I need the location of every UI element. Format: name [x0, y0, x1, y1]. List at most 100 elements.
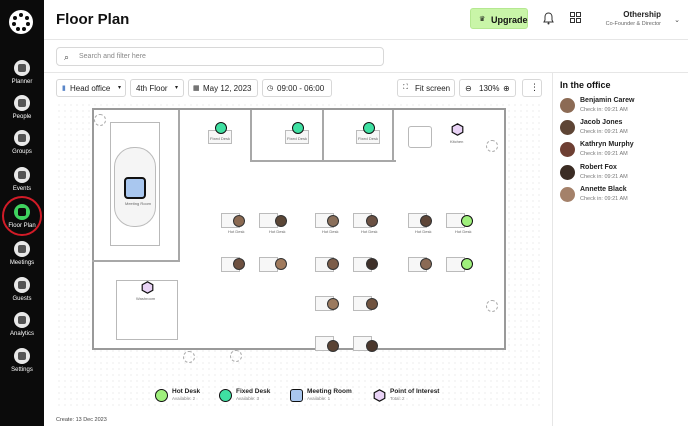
floor-select[interactable]: 4th Floor ▾: [130, 79, 184, 97]
sidebar-item-planner[interactable]: Planner: [0, 60, 44, 94]
legend-title: Meeting Room: [307, 388, 352, 395]
app-logo[interactable]: [9, 10, 33, 34]
person-item[interactable]: Jacob Jones Check in: 09:21 AM: [560, 119, 684, 141]
plant-icon: [94, 114, 106, 126]
fixed-desk-label: Fixed Desk: [358, 136, 379, 141]
search-input[interactable]: ⌕ Search and filter here: [56, 47, 384, 66]
avatar[interactable]: [366, 215, 378, 227]
meeting-room-marker[interactable]: [124, 177, 146, 199]
avatar[interactable]: [275, 215, 287, 227]
fit-screen-label: Fit screen: [415, 84, 451, 93]
groups-icon: [14, 130, 30, 146]
person-check-in: Check in: 09:21 AM: [580, 151, 628, 157]
avatar[interactable]: [366, 298, 378, 310]
point-of-interest-legend-icon: [373, 389, 386, 402]
kitchen-label: Kitchen: [450, 139, 464, 144]
chevron-down-icon[interactable]: ⌄: [674, 16, 680, 24]
created-date: Create: 13 Dec 2023: [56, 417, 107, 423]
hot-desk-label: Hot Desk: [322, 229, 339, 234]
avatar[interactable]: [420, 258, 432, 270]
zoom-in-icon[interactable]: ⊕: [503, 84, 510, 93]
plant-icon: [183, 351, 195, 363]
clock-icon: ◷: [267, 85, 274, 92]
person-item[interactable]: Kathryn Murphy Check in: 09:21 AM: [560, 141, 684, 163]
avatar: [560, 120, 575, 135]
office-value: Head office: [70, 84, 111, 93]
person-item[interactable]: Benjamin Carew Check in: 09:21 AM: [560, 97, 684, 119]
fixed-desk-marker[interactable]: [215, 122, 227, 134]
person-name: Jacob Jones: [580, 119, 623, 126]
plant-icon: [230, 350, 242, 362]
plant-icon: [486, 300, 498, 312]
sidebar: Planner People Groups Events Floor Plan …: [0, 0, 44, 426]
avatar[interactable]: [327, 340, 339, 352]
fit-screen-button[interactable]: ⛶ Fit screen: [397, 79, 455, 97]
person-check-in: Check in: 09:21 AM: [580, 196, 628, 202]
building-icon: ▮: [62, 85, 66, 92]
sidebar-item-groups[interactable]: Groups: [0, 130, 44, 164]
washroom-label: Washroom: [136, 296, 156, 301]
wall: [322, 110, 324, 162]
sidebar-item-label: Guests: [12, 296, 32, 302]
date-picker[interactable]: ▦ May 12, 2023: [188, 79, 258, 97]
sidebar-item-floor-plan[interactable]: Floor Plan: [0, 204, 44, 238]
sidebar-item-meetings[interactable]: Meetings: [0, 241, 44, 275]
sidebar-item-label: Floor Plan: [8, 223, 36, 229]
user-name[interactable]: Othership: [623, 10, 661, 19]
search-placeholder: Search and filter here: [79, 53, 146, 60]
legend-title: Fixed Desk: [236, 388, 271, 395]
events-icon: [14, 167, 30, 183]
fixed-desk-marker[interactable]: [363, 122, 375, 134]
person-name: Kathryn Murphy: [580, 141, 634, 148]
person-check-in: Check in: 09:21 AM: [580, 129, 628, 135]
avatar[interactable]: [327, 258, 339, 270]
kitchen-table: [408, 126, 432, 148]
sidebar-item-analytics[interactable]: Analytics: [0, 312, 44, 346]
office-select[interactable]: ▮ Head office ▾: [56, 79, 126, 97]
avatar[interactable]: [366, 258, 378, 270]
sidebar-item-guests[interactable]: Guests: [0, 277, 44, 311]
person-item[interactable]: Robert Fox Check in: 09:21 AM: [560, 164, 684, 186]
person-name: Annette Black: [580, 186, 627, 193]
avatar[interactable]: [366, 340, 378, 352]
person-check-in: Check in: 09:21 AM: [580, 107, 628, 113]
floor-value: 4th Floor: [136, 84, 168, 93]
sidebar-item-people[interactable]: People: [0, 95, 44, 129]
zoom-control[interactable]: ⊖ 130% ⊕: [459, 79, 516, 97]
sidebar-item-label: Planner: [11, 79, 33, 85]
zoom-out-icon[interactable]: ⊖: [465, 84, 472, 93]
zoom-value: 130%: [479, 84, 500, 93]
user-role: Co-Founder & Director: [605, 21, 661, 27]
time-value: 09:00 - 06:00: [277, 84, 325, 93]
fixed-desk-legend-icon: [219, 389, 232, 402]
legend-title: Point of Interest: [390, 388, 440, 395]
point-of-interest-marker[interactable]: [451, 123, 464, 136]
fixed-desk-marker[interactable]: [292, 122, 304, 134]
apps-grid-icon[interactable]: [570, 12, 581, 23]
hot-desk-label: Hot Desk: [415, 229, 432, 234]
avatar[interactable]: [275, 258, 287, 270]
person-item[interactable]: Annette Black Check in: 09:21 AM: [560, 186, 684, 208]
hot-desk-marker[interactable]: [461, 215, 473, 227]
avatar[interactable]: [327, 298, 339, 310]
legend-title: Hot Desk: [172, 388, 201, 395]
avatar[interactable]: [327, 215, 339, 227]
avatar[interactable]: [233, 215, 245, 227]
avatar[interactable]: [420, 215, 432, 227]
divider: [552, 72, 553, 426]
legend-subtitle: Available: 2: [172, 396, 196, 401]
hot-desk-marker[interactable]: [461, 258, 473, 270]
point-of-interest-marker[interactable]: [141, 281, 154, 294]
sidebar-item-settings[interactable]: Settings: [0, 348, 44, 382]
guests-icon: [14, 277, 30, 293]
upgrade-label: Upgrade: [491, 15, 528, 25]
bell-icon[interactable]: [543, 12, 554, 25]
avatar[interactable]: [233, 258, 245, 270]
meetings-icon: [14, 241, 30, 257]
more-options-button[interactable]: ⋮: [522, 79, 542, 97]
upgrade-button[interactable]: ♛ Upgrade: [470, 8, 528, 29]
sidebar-item-label: Meetings: [9, 260, 35, 266]
time-picker[interactable]: ◷ 09:00 - 06:00: [262, 79, 332, 97]
analytics-icon: [14, 312, 30, 328]
avatar: [560, 187, 575, 202]
